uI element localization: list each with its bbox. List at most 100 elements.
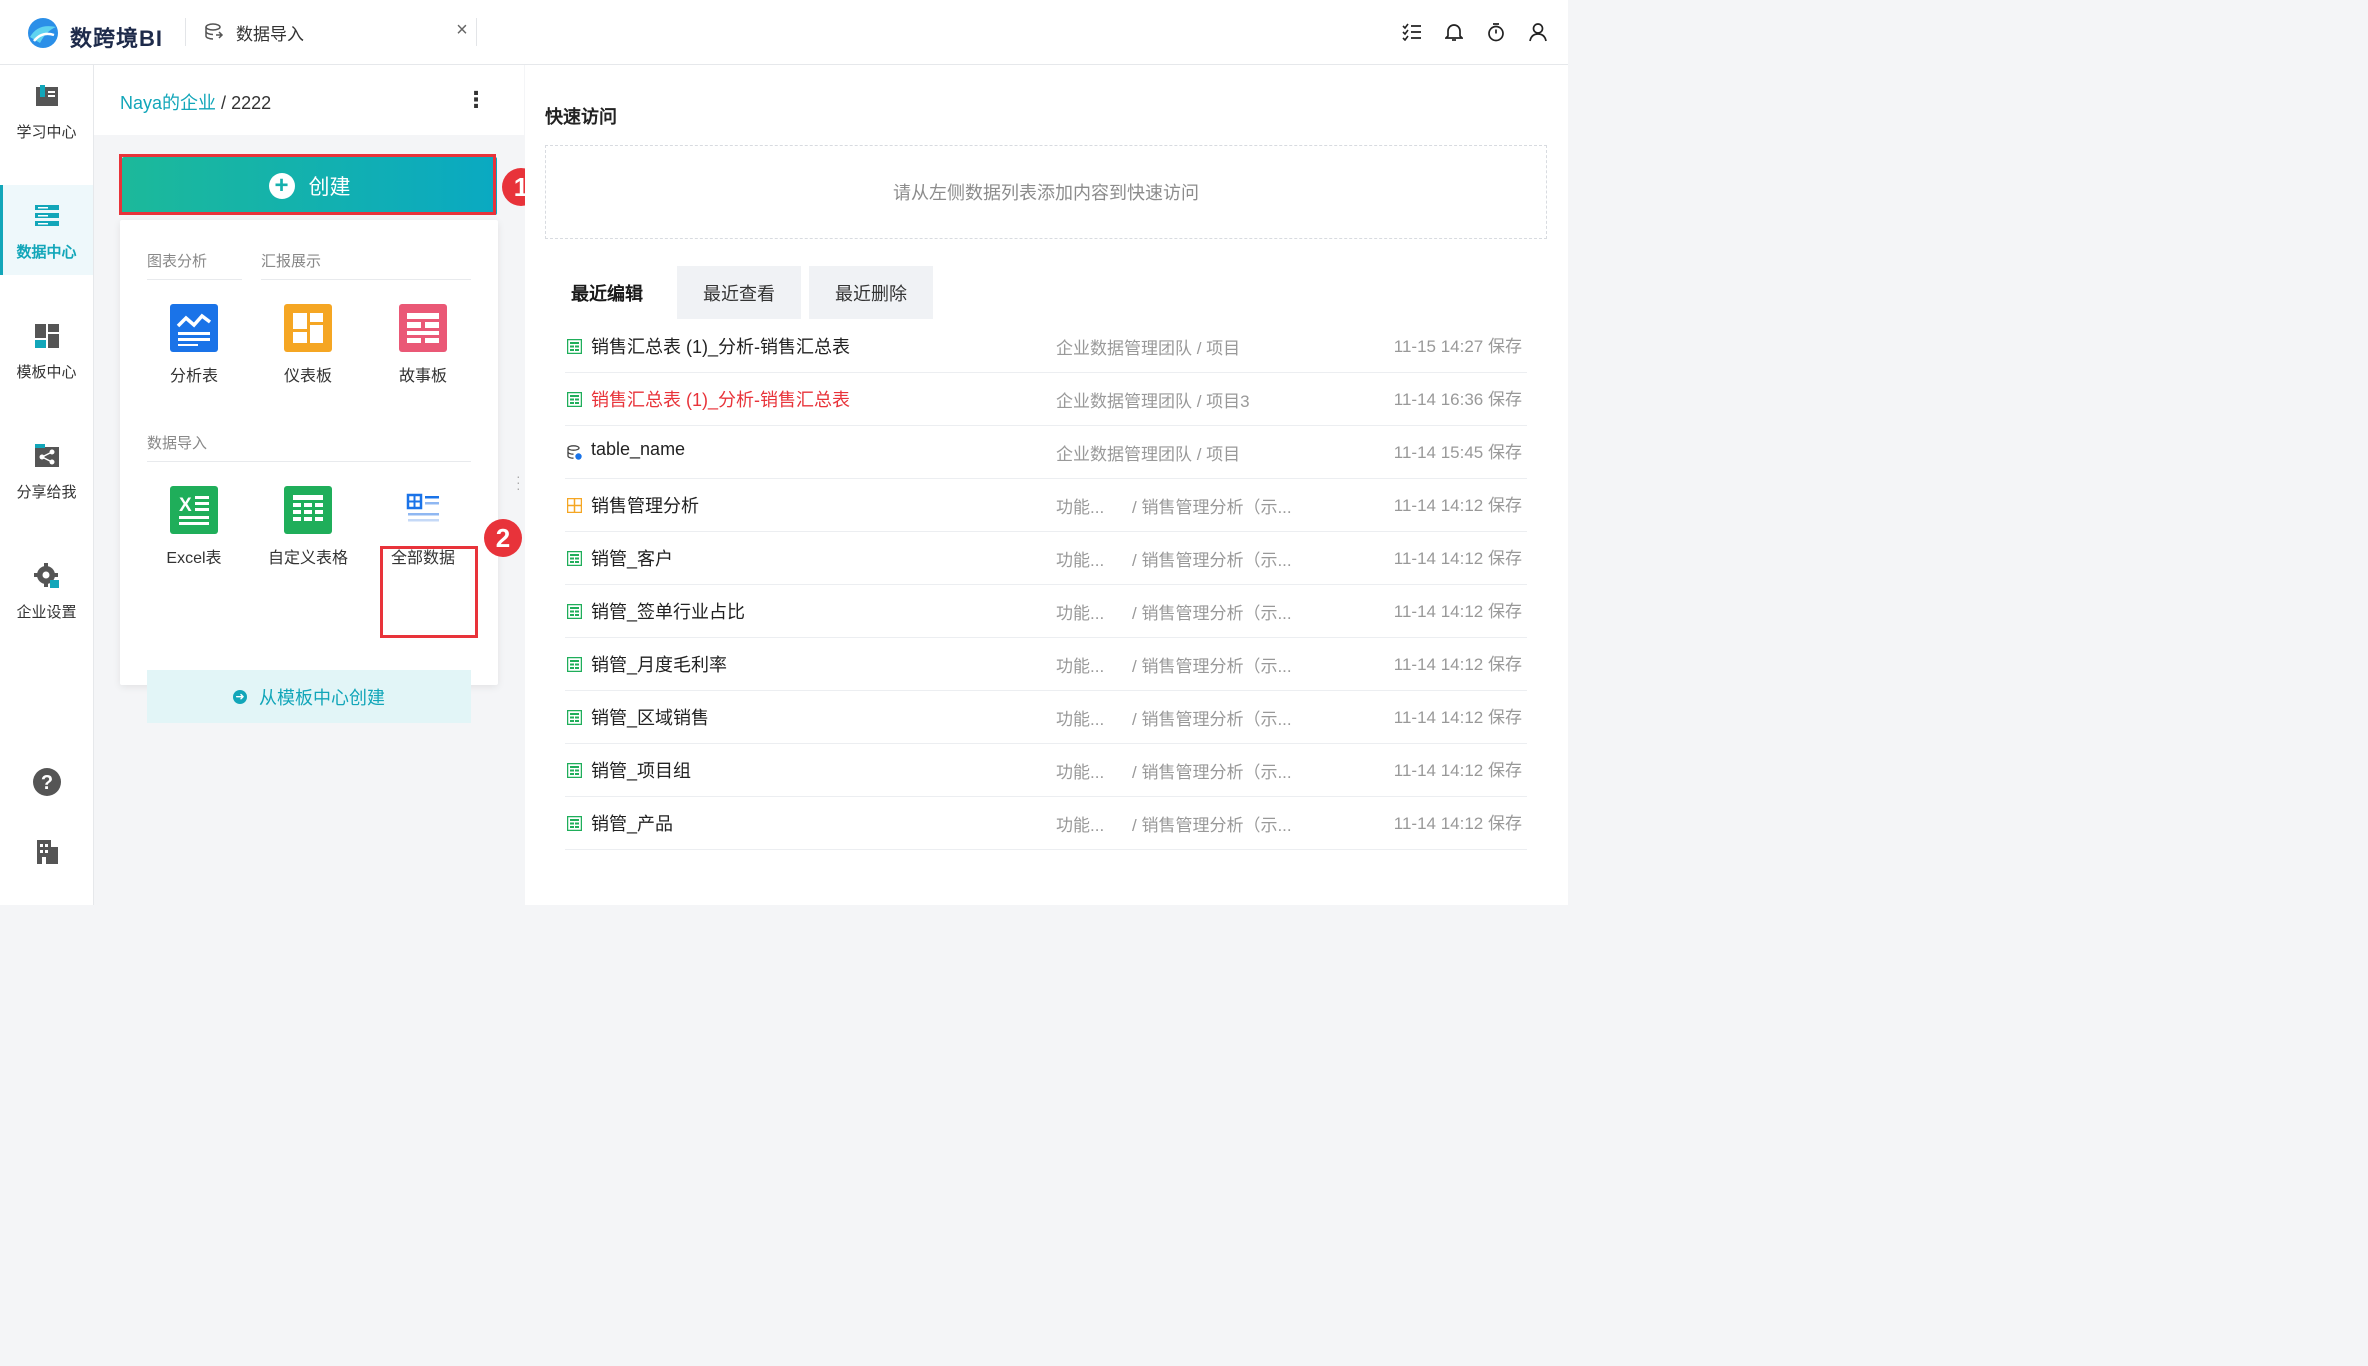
section-title-chart-analysis: 图表分析 — [147, 253, 208, 270]
item-name[interactable]: 销管_区域销售 — [591, 704, 709, 730]
list-item[interactable]: 销管_区域销售 功能... / 销售管理分析（示... 11-14 14:12 保存 — [565, 690, 1527, 744]
create-button[interactable]: + 创建 — [122, 157, 497, 215]
item-time: 11-15 14:27 保存 — [1393, 337, 1522, 356]
create-from-template-button[interactable]: ➜ 从模板中心创建 — [147, 670, 471, 723]
divider — [261, 279, 471, 280]
excel-icon: X — [170, 486, 218, 534]
more-options-icon[interactable]: ⋮ — [464, 87, 488, 113]
close-icon[interactable]: × — [452, 20, 472, 40]
building-icon[interactable] — [32, 837, 62, 867]
nav-shared-with-me[interactable]: 分享给我 — [0, 425, 93, 515]
tab-data-import[interactable]: 数据导入 × — [196, 10, 476, 54]
tile-storyboard[interactable]: 故事板 — [373, 304, 473, 394]
divider — [147, 461, 471, 462]
sheet-icon — [566, 391, 583, 408]
nav-data-center[interactable]: 数据中心 — [0, 185, 93, 275]
help-icon[interactable]: ? — [32, 767, 62, 797]
item-path: 功能... — [1056, 763, 1105, 782]
book-icon — [36, 85, 58, 106]
item-name[interactable]: 销售汇总表 (1)_分析-销售汇总表 — [591, 333, 850, 359]
tile-excel[interactable]: X Excel表 — [144, 486, 244, 576]
main-content: 快速访问 请从左侧数据列表添加内容到快速访问 最近编辑 最近查看 最近删除 销售… — [525, 65, 1568, 905]
item-name[interactable]: 销管_月度毛利率 — [591, 651, 727, 677]
list-item[interactable]: 销售汇总表 (1)_分析-销售汇总表 企业数据管理团队 / 项目3 11-14 16… — [565, 372, 1527, 426]
user-icon[interactable] — [1526, 18, 1550, 46]
item-name[interactable]: 销管_产品 — [591, 810, 673, 836]
tile-custom-table[interactable]: 自定义表格 — [258, 486, 358, 576]
resize-handle-icon[interactable]: · · · — [516, 469, 522, 495]
nav-label: 数据中心 — [16, 244, 77, 261]
list-item[interactable]: 销管_客户 功能... / 销售管理分析（示... 11-14 14:12 保存 — [565, 531, 1527, 585]
item-path-detail: / 销售管理分析（示... — [1132, 604, 1292, 623]
breadcrumb-root[interactable]: Naya的企业 — [120, 93, 216, 113]
item-path: 企业数据管理团队 / 项目 — [1056, 339, 1241, 358]
item-path: 功能... — [1056, 498, 1105, 517]
item-name[interactable]: 销管_客户 — [591, 545, 673, 571]
quick-access-dropzone[interactable]: 请从左侧数据列表添加内容到快速访问 — [545, 145, 1547, 239]
tile-analysis-table[interactable]: 分析表 — [144, 304, 244, 394]
nav-enterprise-settings[interactable]: 企业设置 — [0, 545, 93, 635]
item-path: 功能... — [1056, 657, 1105, 676]
item-time: 11-14 14:12 保存 — [1393, 814, 1522, 833]
list-item[interactable]: 销管_产品 功能... / 销售管理分析（示... 11-14 14:12 保存 — [565, 796, 1527, 850]
tile-label: 分析表 — [169, 368, 218, 385]
tab-recent-deleted[interactable]: 最近删除 — [809, 266, 933, 319]
tab-label: 数据导入 — [236, 25, 304, 44]
sheet-icon — [566, 815, 583, 832]
logo-icon — [28, 18, 58, 48]
sheet-icon — [566, 656, 583, 673]
nav-label: 模板中心 — [16, 364, 77, 381]
tile-all-data[interactable]: 全部数据 — [373, 486, 473, 576]
dashboard-icon — [566, 497, 583, 514]
item-time: 11-14 14:12 保存 — [1393, 496, 1522, 515]
list-item[interactable]: 销管_月度毛利率 功能... / 销售管理分析（示... 11-14 14:12 保存 — [565, 637, 1527, 691]
sheet-icon — [566, 709, 583, 726]
bell-icon[interactable] — [1442, 18, 1466, 46]
gear-icon — [34, 563, 59, 588]
quick-access-title: 快速访问 — [545, 107, 617, 127]
item-time: 11-14 14:12 保存 — [1393, 602, 1522, 621]
item-name[interactable]: 销管_签单行业占比 — [591, 598, 745, 624]
item-time: 11-14 15:45 保存 — [1393, 443, 1522, 462]
tab-recent-viewed[interactable]: 最近查看 — [677, 266, 801, 319]
item-path-detail: / 销售管理分析（示... — [1132, 763, 1292, 782]
step-badge: 2 — [484, 519, 522, 557]
list-item[interactable]: table_name 企业数据管理团队 / 项目 11-14 15:45 保存 — [565, 425, 1527, 479]
item-name[interactable]: 销管_项目组 — [591, 757, 691, 783]
tile-dashboard[interactable]: 仪表板 — [258, 304, 358, 394]
item-path: 功能... — [1056, 604, 1105, 623]
recent-list: 销售汇总表 (1)_分析-销售汇总表 企业数据管理团队 / 项目 11-15 14:… — [545, 319, 1547, 885]
item-path: 企业数据管理团队 / 项目 — [1056, 445, 1241, 464]
dataset-icon — [567, 445, 582, 460]
item-name[interactable]: 销售管理分析 — [591, 492, 699, 518]
breadcrumb: Naya的企业 / 2222 — [120, 89, 271, 115]
item-time: 11-14 14:12 保存 — [1393, 761, 1522, 780]
arrow-right-circle-icon: ➜ — [233, 689, 247, 704]
tab-recent-edited[interactable]: 最近编辑 — [545, 266, 669, 319]
item-time: 11-14 14:12 保存 — [1393, 708, 1522, 727]
item-name[interactable]: table_name — [591, 439, 685, 460]
dataset-icon — [205, 23, 224, 40]
nav-template-center[interactable]: 模板中心 — [0, 305, 93, 395]
breadcrumb-separator: / — [221, 93, 227, 113]
tile-label: 故事板 — [398, 368, 447, 385]
item-path: 企业数据管理团队 / 项目3 — [1056, 392, 1250, 411]
svg-text:?: ? — [41, 772, 53, 794]
breadcrumb-current: 2222 — [231, 93, 272, 113]
list-item[interactable]: 销管_签单行业占比 功能... / 销售管理分析（示... 11-14 14:12 保… — [565, 584, 1527, 638]
list-item[interactable]: 销管_项目组 功能... / 销售管理分析（示... 11-14 14:12 保存 — [565, 743, 1527, 797]
list-item[interactable]: 销售管理分析 功能... / 销售管理分析（示... 11-14 14:12 保存 — [565, 478, 1527, 532]
create-menu-card: 图表分析 汇报展示 分析表 仪表板 故事板 数据导入 X Excel表 自定义表… — [120, 220, 498, 723]
item-time: 11-14 14:12 保存 — [1393, 655, 1522, 674]
item-name[interactable]: 销售汇总表 (1)_分析-销售汇总表 — [591, 386, 850, 412]
list-item[interactable]: 销售汇总表 (1)_分析-销售汇总表 企业数据管理团队 / 项目 11-15 14:… — [565, 319, 1527, 373]
item-time: 11-14 16:36 保存 — [1393, 390, 1522, 409]
section-title-report-display: 汇报展示 — [261, 253, 322, 270]
tasklist-icon[interactable] — [1400, 18, 1424, 46]
nav-label: 学习中心 — [16, 124, 77, 141]
timer-icon[interactable] — [1484, 18, 1508, 46]
recent-tabs: 最近编辑 最近查看 最近删除 — [545, 266, 933, 319]
nav-learning-center[interactable]: 学习中心 — [0, 65, 93, 155]
tile-label: 仪表板 — [283, 368, 332, 385]
app-logo[interactable]: 数跨境BI — [26, 14, 176, 52]
